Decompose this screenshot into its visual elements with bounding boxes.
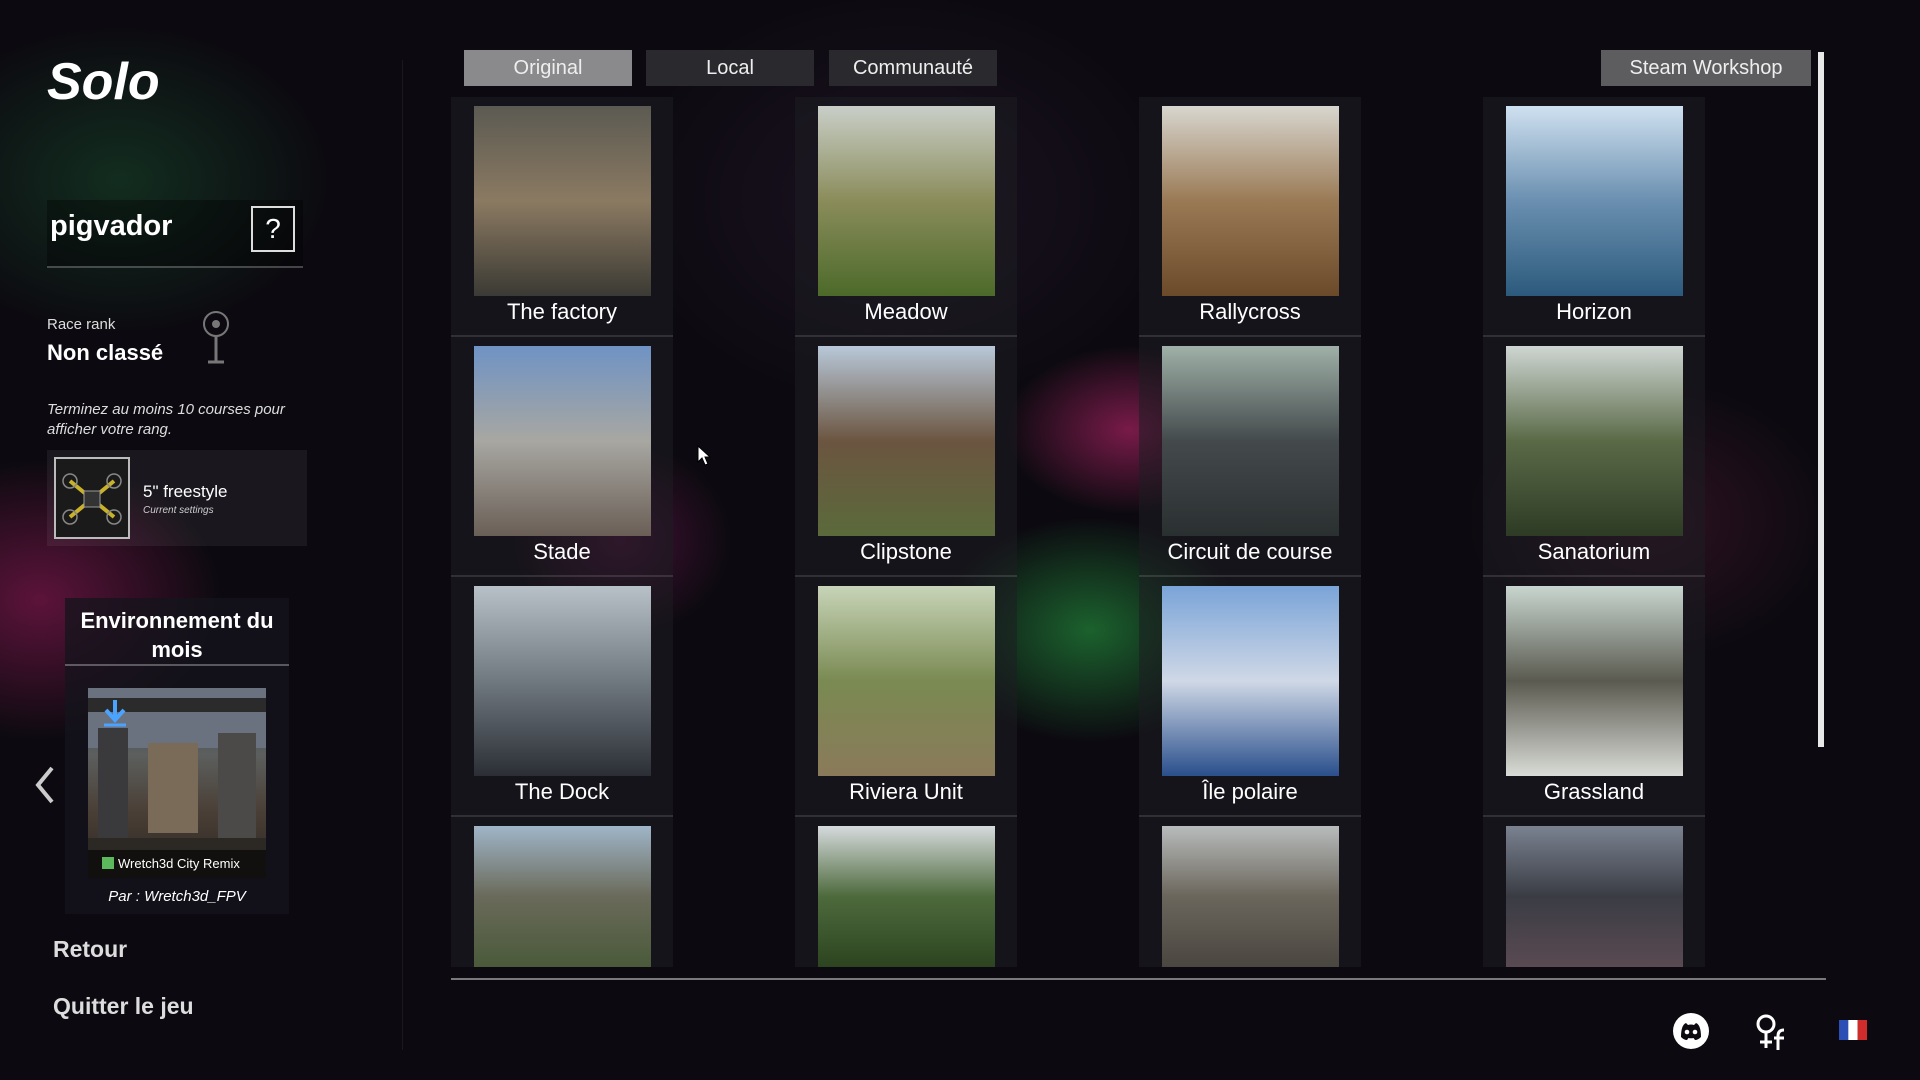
map-label: Sanatorium	[1537, 539, 1651, 564]
map-thumbnail	[1506, 106, 1683, 296]
map-label: Île polaire	[1202, 779, 1298, 804]
sidebar-divider	[402, 60, 403, 1050]
drone-thumbnail	[54, 457, 130, 539]
map-card[interactable]: The factory	[451, 97, 673, 337]
map-card[interactable]: Clipstone	[795, 337, 1017, 577]
map-label: Horizon	[1556, 299, 1632, 324]
map-label: Meadow	[864, 299, 948, 324]
map-card[interactable]: The Dock	[451, 577, 673, 817]
map-thumbnail	[818, 346, 995, 536]
back-button[interactable]: Retour	[53, 936, 127, 963]
map-card[interactable]: Grassland	[1483, 577, 1705, 817]
drone-subtitle: Current settings	[143, 505, 214, 516]
tab-local[interactable]: Local	[646, 50, 814, 86]
profile-panel: pigvador ?	[47, 200, 303, 268]
download-icon	[104, 700, 126, 727]
scrollbar[interactable]	[1818, 52, 1824, 747]
environment-of-month-thumbnail[interactable]: Wretch3d City Remix	[88, 688, 266, 878]
drone-name: 5" freestyle	[143, 482, 228, 501]
map-card[interactable]: Stade	[451, 337, 673, 577]
rank-note: Terminez au moins 10 courses pour affich…	[47, 401, 285, 438]
environment-of-month-caption: Wretch3d City Remix	[88, 850, 266, 878]
map-thumbnail	[1162, 346, 1339, 536]
map-label: Grassland	[1543, 779, 1645, 804]
help-button[interactable]: ?	[251, 206, 295, 252]
map-thumbnail	[474, 346, 651, 536]
map-thumbnail	[1162, 826, 1339, 967]
map-thumbnail	[1162, 586, 1339, 776]
page-title: Solo	[47, 53, 160, 111]
environment-of-month-map-name: Wretch3d City Remix	[118, 856, 240, 871]
map-card[interactable]: Meadow	[795, 97, 1017, 337]
steam-workshop-button[interactable]: Steam Workshop	[1601, 50, 1811, 86]
grid-bottom-divider	[451, 978, 1826, 980]
divider	[65, 664, 289, 666]
rank-value: Non classé	[47, 340, 164, 365]
map-thumbnail	[1506, 586, 1683, 776]
map-card[interactable]: Rallycross	[1139, 97, 1361, 337]
map-card[interactable]: Riviera Unit	[795, 577, 1017, 817]
map-thumbnail	[818, 826, 995, 967]
map-card[interactable]: Île polaire	[1139, 577, 1361, 817]
drone-icon	[62, 473, 122, 525]
discord-icon[interactable]	[1672, 1012, 1710, 1050]
drone-selector[interactable]: 5" freestyle Current settings	[47, 450, 307, 546]
rank-icon	[203, 311, 229, 364]
map-label: The Dock	[514, 779, 610, 804]
rank-label: Race rank	[47, 316, 116, 333]
map-card[interactable]	[1483, 817, 1705, 967]
map-thumbnail	[1506, 346, 1683, 536]
map-thumbnail	[818, 106, 995, 296]
social-links-icon[interactable]	[1756, 1012, 1790, 1052]
map-label: Circuit de course	[1167, 539, 1333, 564]
map-label: Riviera Unit	[849, 779, 963, 804]
map-thumbnail	[1162, 106, 1339, 296]
environment-of-month-title: Environnement du mois	[80, 608, 274, 662]
map-thumbnail	[1506, 826, 1683, 967]
tab-communaute[interactable]: Communauté	[829, 50, 997, 86]
map-label: Stade	[533, 539, 591, 564]
map-card[interactable]: Sanatorium	[1483, 337, 1705, 577]
map-label: Clipstone	[860, 539, 952, 564]
quit-button[interactable]: Quitter le jeu	[53, 993, 194, 1020]
map-thumbnail	[474, 106, 651, 296]
map-label: The factory	[506, 299, 618, 324]
map-label: Rallycross	[1199, 299, 1301, 324]
tab-original[interactable]: Original	[464, 50, 632, 86]
map-card[interactable]	[1139, 817, 1361, 967]
map-thumbnail	[818, 586, 995, 776]
french-flag-icon[interactable]	[1839, 1020, 1867, 1040]
environment-of-month-author: Par : Wretch3d_FPV	[108, 888, 246, 905]
map-card[interactable]: Horizon	[1483, 97, 1705, 337]
map-card[interactable]: Circuit de course	[1139, 337, 1361, 577]
environment-of-month: Environnement du mois Wretch3d City Remi…	[65, 598, 289, 914]
map-icon	[102, 857, 114, 869]
map-card[interactable]	[795, 817, 1017, 967]
map-card[interactable]	[451, 817, 673, 967]
mouse-cursor-icon	[697, 445, 711, 466]
chevron-left-icon[interactable]	[30, 760, 60, 810]
username: pigvador	[50, 210, 173, 242]
map-thumbnail	[474, 586, 651, 776]
map-thumbnail	[474, 826, 651, 967]
